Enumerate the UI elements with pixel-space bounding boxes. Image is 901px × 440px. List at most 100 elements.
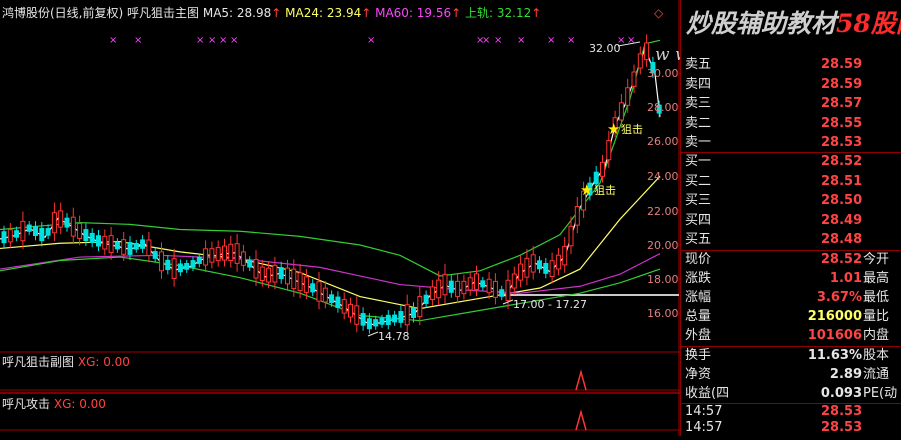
candle-body[interactable] — [51, 212, 57, 234]
candle-body[interactable] — [593, 171, 599, 185]
indicator-name[interactable]: 呼凡狙击主图 — [127, 6, 199, 20]
quote-row[interactable]: 卖三 28.57 — [681, 94, 901, 113]
candle-body[interactable] — [196, 256, 202, 264]
candle-body[interactable] — [549, 260, 555, 277]
quote-row[interactable]: 买一 28.52 — [681, 152, 901, 171]
quote-row[interactable]: 净资 2.89 流通 — [681, 365, 901, 384]
candle-body[interactable] — [159, 251, 164, 272]
quote-row[interactable]: 买四 28.49 — [681, 211, 901, 230]
candle-body[interactable] — [247, 259, 253, 268]
quote-row[interactable]: 现价 28.52 今开 — [681, 250, 901, 269]
candle-body[interactable] — [133, 242, 139, 250]
candle-body[interactable] — [562, 245, 568, 266]
candle-body[interactable] — [423, 294, 429, 304]
quote-row[interactable]: 总量 216000 量比 — [681, 307, 901, 326]
candle-body[interactable] — [417, 295, 423, 318]
candle-body[interactable] — [442, 273, 448, 296]
candle-body[interactable] — [285, 267, 290, 285]
candle-body[interactable] — [474, 273, 479, 290]
candle-body[interactable] — [240, 251, 246, 266]
candle-body[interactable] — [1, 231, 7, 244]
candle-body[interactable] — [335, 296, 341, 308]
candle-body[interactable] — [555, 254, 561, 270]
candle-body[interactable] — [625, 87, 631, 106]
candle-body[interactable] — [348, 303, 353, 318]
candle-body[interactable] — [215, 246, 221, 262]
candle-body[interactable] — [606, 140, 612, 161]
candle-body[interactable] — [127, 242, 133, 255]
candle-body[interactable] — [108, 235, 114, 254]
quote-row[interactable]: 卖二 28.55 — [681, 114, 901, 133]
candle-body[interactable] — [39, 228, 45, 242]
quote-row[interactable]: 涨跌 1.01 最高 — [681, 269, 901, 288]
candle-body[interactable] — [373, 319, 379, 327]
candle-body[interactable] — [480, 280, 486, 288]
candle-body[interactable] — [486, 278, 492, 294]
candle-body[interactable] — [140, 239, 146, 249]
candle-body[interactable] — [436, 279, 442, 299]
quote-row[interactable]: 买三 28.50 — [681, 191, 901, 210]
quote-row[interactable]: 卖四 28.59 — [681, 75, 901, 94]
candle-body[interactable] — [259, 266, 265, 282]
main-chart[interactable]: × × × × × × × ×× × × × × × × 30.00 28.00 26.00 24.00 22.0… — [0, 0, 851, 436]
candle-body[interactable] — [146, 239, 152, 256]
candle-body[interactable] — [222, 245, 227, 261]
candle-body[interactable] — [379, 317, 385, 325]
candle-body[interactable] — [366, 318, 372, 330]
candle-body[interactable] — [89, 232, 95, 244]
quote-row[interactable]: 涨幅 3.67% 最低 — [681, 288, 901, 307]
stock-title[interactable]: 鸿博股份(日线,前复权) — [2, 6, 123, 20]
quote-row[interactable]: 收益(四 0.093 PE(动 — [681, 384, 901, 403]
trade-row[interactable]: 14:57 28.53 — [681, 420, 901, 436]
candle-body[interactable] — [360, 313, 366, 326]
candle-body[interactable] — [266, 267, 272, 283]
candle-body[interactable] — [543, 262, 549, 274]
sub2-title[interactable]: 呼凡攻击 — [2, 397, 50, 411]
candle-body[interactable] — [184, 263, 190, 270]
candle-body[interactable] — [77, 222, 83, 239]
candle-body[interactable] — [64, 217, 70, 228]
candle-body[interactable] — [492, 280, 498, 298]
candle-body[interactable] — [448, 280, 454, 293]
candle-body[interactable] — [429, 286, 435, 301]
candle-body[interactable] — [171, 258, 177, 279]
candle-body[interactable] — [177, 263, 183, 273]
candle-body[interactable] — [253, 258, 259, 279]
quote-row[interactable]: 外盘 101606 内盘 — [681, 326, 901, 345]
candle-body[interactable] — [297, 272, 303, 292]
candle-body[interactable] — [411, 307, 416, 318]
candle-body[interactable] — [70, 216, 76, 237]
candle-body[interactable] — [322, 287, 328, 303]
candle-body[interactable] — [303, 276, 309, 293]
candle-body[interactable] — [152, 251, 158, 259]
candle-body[interactable] — [121, 239, 127, 255]
candle-body[interactable] — [102, 235, 108, 250]
kline-chart-area[interactable]: × × × × × × × × × × × × × × × 30.00 28.00 26.00 24.00 22.0… — [0, 0, 851, 436]
candle-body[interactable] — [7, 229, 13, 243]
candle-body[interactable] — [455, 280, 461, 297]
candle-body[interactable] — [518, 263, 524, 281]
candle-body[interactable] — [272, 264, 278, 283]
candle-body[interactable] — [45, 228, 51, 236]
candle-body[interactable] — [20, 220, 26, 242]
candle-body[interactable] — [26, 224, 32, 232]
candle-body[interactable] — [637, 53, 643, 69]
candle-body[interactable] — [631, 71, 637, 87]
quote-row[interactable]: 买二 28.51 — [681, 172, 901, 191]
candle-body[interactable] — [234, 243, 240, 264]
candle-body[interactable] — [600, 161, 605, 177]
candle-body[interactable] — [505, 279, 511, 302]
candle-body[interactable] — [618, 102, 624, 121]
candle-body[interactable] — [392, 314, 398, 323]
candle-body[interactable] — [461, 280, 467, 295]
candle-body[interactable] — [58, 210, 64, 228]
top-right-mark-icon[interactable]: ◇ — [654, 5, 663, 21]
candle-body[interactable] — [203, 248, 209, 266]
candle-body[interactable] — [190, 260, 196, 268]
sub1-title[interactable]: 呼凡狙击副图 — [2, 355, 74, 369]
candle-body[interactable] — [316, 281, 322, 302]
candle-body[interactable] — [537, 260, 542, 270]
candle-body[interactable] — [329, 294, 335, 303]
quote-row[interactable]: 买五 28.48 — [681, 230, 901, 249]
candle-body[interactable] — [114, 241, 120, 250]
